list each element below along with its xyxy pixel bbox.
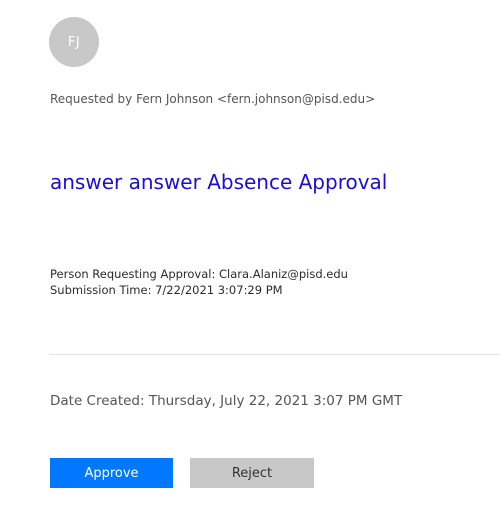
avatar: FJ [49, 17, 99, 67]
submission-time-text: Submission Time: 7/22/2021 3:07:29 PM [50, 283, 283, 297]
requested-by-text: Requested by Fern Johnson <fern.johnson@… [50, 92, 376, 106]
divider [49, 354, 500, 355]
approval-card: FJ Requested by Fern Johnson <fern.johns… [0, 0, 500, 505]
approval-title: answer answer Absence Approval [50, 170, 388, 194]
person-requesting-text: Person Requesting Approval: Clara.Alaniz… [50, 267, 348, 281]
approve-button[interactable]: Approve [50, 458, 173, 488]
request-details: Person Requesting Approval: Clara.Alaniz… [50, 266, 348, 298]
reject-button[interactable]: Reject [190, 458, 314, 488]
date-created-text: Date Created: Thursday, July 22, 2021 3:… [50, 393, 403, 409]
